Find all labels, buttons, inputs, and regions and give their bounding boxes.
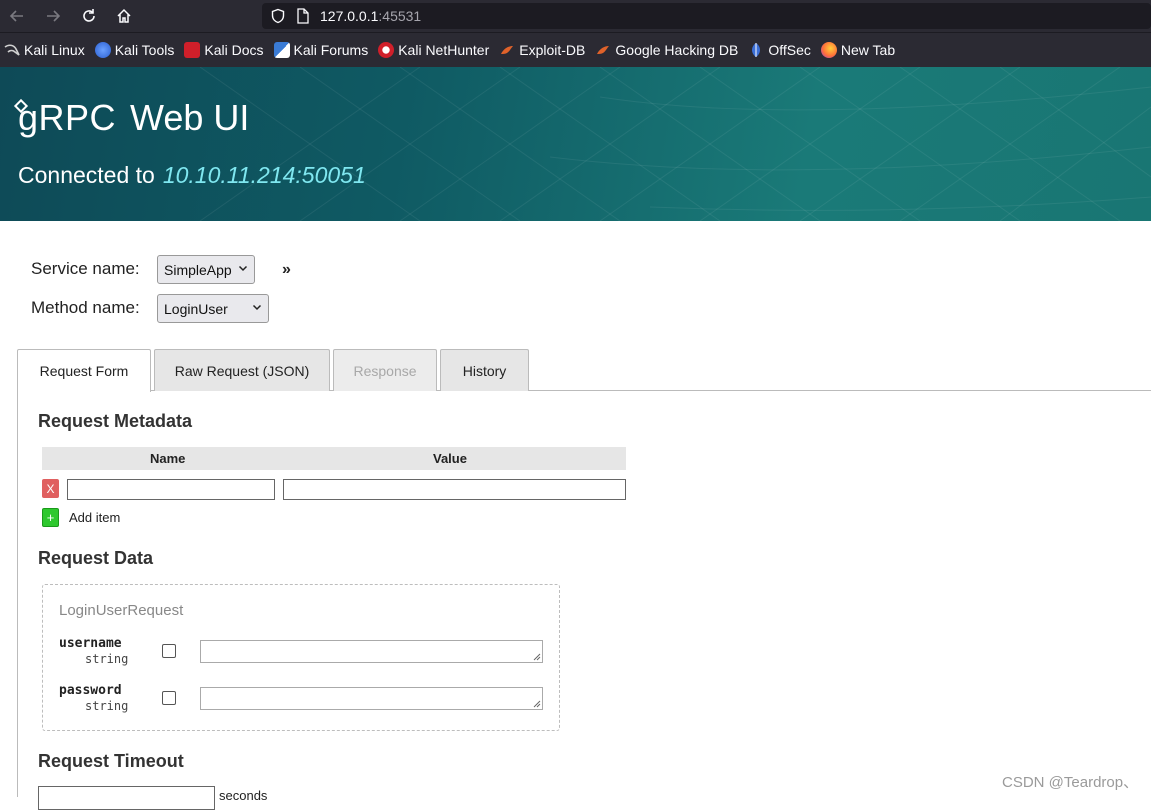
tab-request-form[interactable]: Request Form	[17, 349, 151, 392]
field-name-username: username	[59, 636, 122, 651]
field-type-username: string	[85, 652, 129, 666]
panel-border	[17, 390, 18, 797]
exploit-db-icon	[501, 46, 514, 54]
offsec-icon	[752, 43, 761, 57]
forward-icon[interactable]	[38, 1, 68, 31]
timeout-input[interactable]	[38, 786, 215, 810]
server-address: 10.10.11.214:50051	[162, 162, 366, 188]
bookmark-kali-nethunter[interactable]: Kali NetHunter	[378, 42, 489, 58]
url-host: 127.0.0.1	[320, 8, 379, 24]
method-select[interactable]: LoginUser	[157, 294, 269, 323]
username-checkbox[interactable]	[162, 644, 176, 658]
bookmark-label: New Tab	[840, 42, 896, 58]
url-port: :45531	[378, 8, 422, 24]
bookmark-label: Kali Forums	[293, 42, 369, 58]
nethunter-icon	[378, 42, 395, 58]
bookmark-kali-docs[interactable]: Kali Docs	[184, 42, 264, 58]
bookmark-kali-forums[interactable]: Kali Forums	[273, 42, 369, 58]
firefox-icon	[820, 42, 837, 58]
header-mesh-pattern	[199, 67, 1151, 221]
bookmark-kali-tools[interactable]: Kali Tools	[94, 42, 175, 58]
remove-metadata-button[interactable]: X	[42, 479, 59, 498]
connected-label: Connected to	[18, 162, 155, 188]
reload-icon[interactable]	[74, 1, 104, 31]
ghdb-icon	[597, 46, 610, 54]
metadata-value-input[interactable]	[283, 479, 626, 500]
bookmark-google-hacking-db[interactable]: Google Hacking DB	[595, 42, 738, 58]
metadata-table-header: Name Value	[42, 447, 626, 470]
method-name-label: Method name:	[31, 298, 140, 317]
connection-status: Connected to 10.10.11.214:50051	[18, 162, 366, 189]
kali-docs-icon	[184, 42, 201, 58]
resize-grip-icon[interactable]	[532, 699, 541, 708]
password-checkbox[interactable]	[162, 691, 176, 705]
request-data-heading: Request Data	[38, 548, 154, 568]
metadata-col-name: Name	[150, 451, 186, 466]
kali-dragon-icon	[4, 44, 20, 56]
bookmark-label: Exploit-DB	[519, 42, 586, 58]
header-banner: gRPC Web UI Connected to 10.10.11.214:500…	[0, 67, 1151, 221]
field-type-password: string	[85, 699, 129, 713]
bookmarks-toolbar: Kali Linux Kali Tools Kali Docs Kali For…	[0, 32, 1151, 67]
request-timeout-heading: Request Timeout	[38, 751, 184, 771]
password-input[interactable]	[200, 687, 543, 710]
metadata-col-value: Value	[433, 451, 467, 466]
method-select-value: LoginUser	[164, 300, 228, 317]
service-select[interactable]: SimpleApp	[157, 255, 255, 284]
username-input[interactable]	[200, 640, 543, 663]
shield-icon[interactable]	[270, 8, 286, 24]
bookmark-offsec[interactable]: OffSec	[748, 42, 811, 58]
chevron-down-icon	[238, 265, 248, 272]
kali-forums-icon	[273, 42, 290, 58]
bookmark-label: OffSec	[768, 42, 811, 58]
service-select-value: SimpleApp	[164, 261, 232, 278]
message-type-name: LoginUserRequest	[59, 602, 184, 619]
home-icon[interactable]	[109, 1, 139, 31]
chevron-down-icon	[252, 304, 262, 311]
metadata-name-input[interactable]	[67, 479, 275, 500]
watermark: CSDN @Teardrop、	[1002, 774, 1139, 791]
tab-strip: Request Form Raw Request (JSON) Response…	[17, 349, 532, 392]
add-item-label[interactable]: Add item	[69, 510, 120, 525]
add-item-button[interactable]: +	[42, 508, 59, 527]
page-icon	[297, 8, 309, 24]
field-name-password: password	[59, 683, 122, 698]
bookmark-label: Kali Linux	[24, 42, 85, 58]
browser-nav-bar: 127.0.0.1:45531	[0, 0, 1151, 32]
expand-toggle-button[interactable]: »	[282, 261, 291, 279]
tab-raw-request[interactable]: Raw Request (JSON)	[154, 349, 330, 391]
request-metadata-heading: Request Metadata	[38, 411, 193, 431]
kali-tools-icon	[94, 42, 111, 58]
bookmark-label: Kali Docs	[204, 42, 264, 58]
bookmark-label: Kali NetHunter	[398, 42, 490, 58]
bookmark-label: Google Hacking DB	[615, 42, 739, 58]
url-bar[interactable]: 127.0.0.1:45531	[262, 3, 1151, 29]
app-title: Web UI	[130, 97, 250, 138]
app-brand: gRPC Web UI	[13, 97, 250, 139]
bookmark-kali-linux[interactable]: Kali Linux	[4, 42, 85, 58]
service-name-label: Service name:	[31, 259, 140, 278]
timeout-unit-label: seconds	[219, 788, 268, 803]
bookmark-label: Kali Tools	[114, 42, 175, 58]
tab-response[interactable]: Response	[333, 349, 437, 391]
bookmark-new-tab[interactable]: New Tab	[820, 42, 896, 58]
bookmark-exploit-db[interactable]: Exploit-DB	[499, 42, 585, 58]
back-icon[interactable]	[2, 1, 32, 31]
resize-grip-icon[interactable]	[532, 652, 541, 661]
brand-logo-text: gRPC	[18, 97, 117, 138]
tab-history[interactable]: History	[440, 349, 529, 391]
